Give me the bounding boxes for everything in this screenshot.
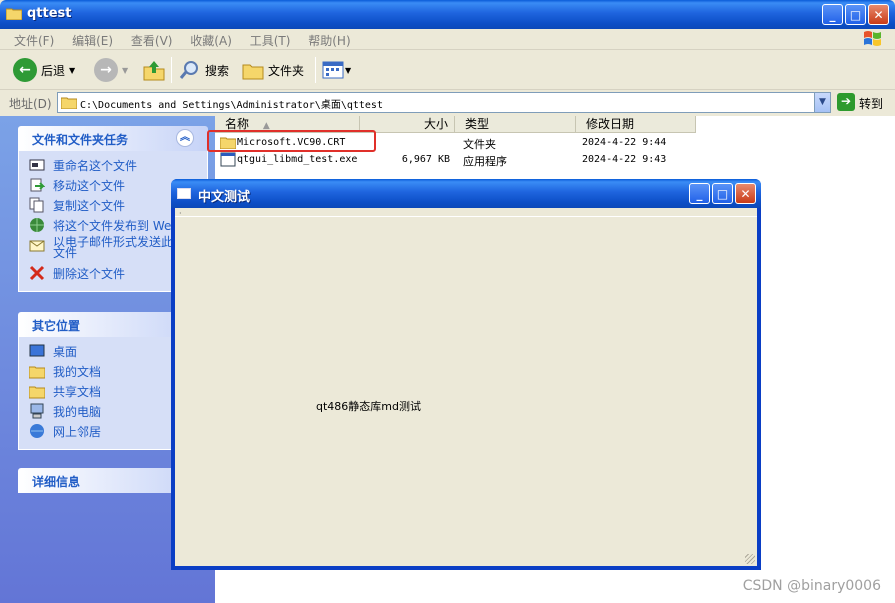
- up-folder-button[interactable]: [143, 56, 165, 84]
- views-icon: [322, 61, 344, 79]
- forward-button[interactable]: → ▼: [94, 56, 128, 84]
- windows-logo-icon: [864, 31, 881, 46]
- place-label: 网上邻居: [53, 425, 102, 439]
- menu-file[interactable]: 文件(F): [14, 29, 54, 49]
- close-button[interactable]: ✕: [868, 4, 889, 25]
- file-tasks-title: 文件和文件夹任务: [32, 133, 129, 147]
- folder-icon: [6, 8, 22, 20]
- menu-view[interactable]: 查看(V): [131, 29, 173, 49]
- address-dropdown-icon[interactable]: ▼: [814, 93, 830, 112]
- place-label: 我的电脑: [53, 405, 102, 419]
- dialog-close-button[interactable]: ✕: [735, 183, 756, 204]
- chevron-down-icon: ▼: [122, 65, 129, 75]
- task-label: 将这个文件发布到 Web: [53, 219, 179, 233]
- desktop-icon: [29, 344, 45, 357]
- documents-folder-icon: [29, 366, 45, 379]
- task-label: 复制这个文件: [53, 199, 126, 213]
- task-label: 移动这个文件: [53, 179, 126, 193]
- watermark: CSDN @binary0006: [742, 578, 881, 594]
- window-title: qttest: [27, 6, 72, 21]
- file-size: 6,967 KB: [401, 154, 450, 165]
- folder-icon: [61, 97, 77, 109]
- file-name: qtgui_libmd_test.exe: [237, 154, 358, 165]
- menu-tools[interactable]: 工具(T): [250, 29, 291, 49]
- dialog-label: qt486静态库md测试: [316, 400, 421, 413]
- column-name-label: 名称: [225, 117, 250, 131]
- go-button[interactable]: 转到: [859, 95, 883, 112]
- folders-button[interactable]: 文件夹: [242, 56, 304, 84]
- search-button[interactable]: 搜索: [179, 56, 229, 84]
- address-input[interactable]: C:\Documents and Settings\Administrator\…: [57, 92, 831, 113]
- chevron-down-icon: ▼: [69, 65, 76, 75]
- shared-folder-icon: [29, 386, 45, 399]
- address-value: C:\Documents and Settings\Administrator\…: [80, 100, 383, 111]
- folders-label: 文件夹: [268, 63, 305, 78]
- network-icon: [30, 424, 44, 438]
- address-bar: 地址(D) C:\Documents and Settings\Administ…: [0, 91, 895, 115]
- back-arrow-icon: ←: [13, 58, 37, 82]
- menu-edit[interactable]: 编辑(E): [72, 29, 113, 49]
- column-date[interactable]: 修改日期: [576, 116, 696, 133]
- menu-favorites[interactable]: 收藏(A): [190, 29, 232, 49]
- menu-bar: 文件(F) 编辑(E) 查看(V) 收藏(A) 工具(T) 帮助(H): [0, 29, 895, 50]
- task-label: 以电子邮件形式发送此文件: [53, 235, 174, 260]
- file-type: 文件夹: [463, 138, 496, 151]
- file-tasks-header[interactable]: 文件和文件夹任务 ︽: [18, 126, 208, 151]
- toolbar: ← 后退 ▼ → ▼ 搜索 文件夹 ▼: [0, 51, 895, 90]
- address-label: 地址(D): [9, 97, 52, 111]
- dialog-minimize-button[interactable]: _: [689, 183, 710, 204]
- move-icon: [30, 178, 45, 192]
- delete-icon: [29, 265, 45, 281]
- column-size-label: 大小: [423, 117, 448, 131]
- back-label: 后退: [41, 63, 66, 78]
- rename-icon: [29, 159, 45, 171]
- copy-icon: [29, 197, 44, 213]
- file-date: 2024-4-22 9:43: [582, 154, 667, 165]
- collapse-icon[interactable]: ︽: [176, 129, 194, 147]
- window-icon: [177, 188, 191, 199]
- column-date-label: 修改日期: [586, 117, 635, 131]
- up-folder-icon: [143, 61, 165, 81]
- task-label: 删除这个文件: [53, 267, 126, 281]
- file-type: 应用程序: [463, 155, 507, 168]
- resize-grip-icon[interactable]: [745, 554, 755, 564]
- dialog-maximize-button[interactable]: □: [712, 183, 733, 204]
- task-label: 重命名这个文件: [53, 159, 138, 173]
- globe-icon: [30, 218, 44, 232]
- file-date: 2024-4-22 9:44: [582, 137, 667, 148]
- dialog-window: 中文测试 _ □ ✕ · qt486静态库md测试: [171, 179, 761, 570]
- go-arrow-icon[interactable]: ➔: [837, 93, 855, 111]
- dialog-title: 中文测试: [198, 190, 251, 205]
- place-label: 共享文档: [53, 385, 102, 399]
- dialog-titlebar[interactable]: 中文测试 _ □ ✕: [171, 179, 761, 208]
- file-row[interactable]: qtgui_libmd_test.exe 6,967 KB 应用程序 2024-…: [215, 151, 695, 168]
- search-icon: [179, 61, 198, 79]
- place-label: 桌面: [53, 345, 78, 359]
- folders-icon: [242, 64, 264, 80]
- menu-help[interactable]: 帮助(H): [308, 29, 350, 49]
- column-type[interactable]: 类型: [455, 116, 576, 133]
- forward-arrow-icon: →: [94, 58, 118, 82]
- computer-icon: [30, 403, 44, 419]
- dialog-body: · qt486静态库md测试: [175, 208, 757, 566]
- chevron-down-icon: ▼: [345, 65, 352, 75]
- explorer-titlebar[interactable]: qttest _ □ ✕: [0, 0, 895, 29]
- rename-file-link[interactable]: 重命名这个文件: [29, 157, 207, 177]
- maximize-button[interactable]: □: [845, 4, 866, 25]
- views-button[interactable]: ▼: [322, 56, 351, 84]
- minimize-button[interactable]: _: [822, 4, 843, 25]
- column-type-label: 类型: [465, 117, 490, 131]
- exe-icon: [220, 152, 236, 167]
- search-label: 搜索: [205, 63, 230, 78]
- highlight-annotation: [207, 130, 376, 152]
- email-icon: [29, 240, 45, 252]
- menu-divider: [175, 216, 757, 217]
- place-label: 我的文档: [53, 365, 102, 379]
- other-places-title: 其它位置: [32, 319, 81, 333]
- back-button[interactable]: ← 后退 ▼: [13, 56, 75, 84]
- details-title: 详细信息: [32, 475, 81, 489]
